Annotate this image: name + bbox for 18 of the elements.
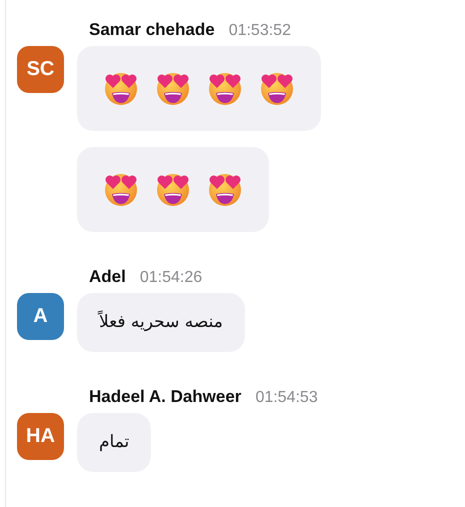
heart-eyes-face-icon [155,70,191,106]
message-bubble: تمام [77,413,152,472]
heart-eyes-face-icon [207,70,243,106]
heart-eyes-face-icon [207,171,243,207]
message-time: 01:54:53 [255,389,318,407]
message-time: 01:53:52 [228,22,291,40]
author-name: Hadeel A. Dahweer [89,387,242,407]
heart-eyes-face-icon [259,70,295,106]
user-avatar: HA [17,413,64,460]
user-avatar: A [17,293,64,340]
message-bubble: منصه سحريه فعلاً [77,293,245,352]
heart-eyes-face-icon [103,171,139,207]
heart-eyes-face-icon [155,171,191,207]
heart-eyes-face-icon [103,70,139,106]
user-avatar: SC [17,46,64,93]
message-time: 01:54:26 [140,269,202,287]
author-name: Samar chehade [89,20,215,40]
author-name: Adel [89,267,126,287]
